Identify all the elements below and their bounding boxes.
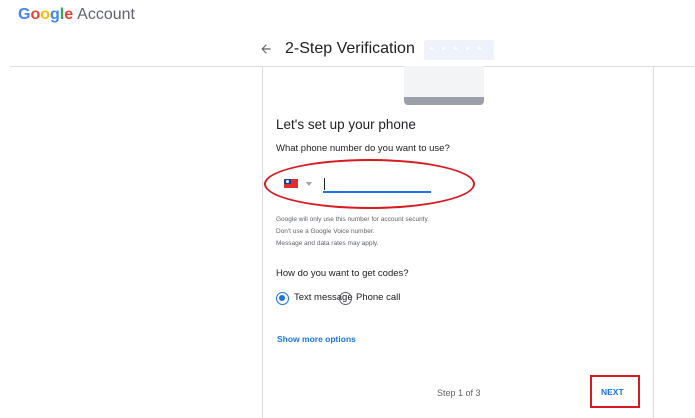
codes-question: How do you want to get codes?: [276, 268, 409, 279]
google-account-logo[interactable]: Google Account: [18, 6, 135, 24]
google-wordmark: Google: [18, 6, 73, 24]
setup-heading: Let's set up your phone: [276, 117, 416, 132]
account-label: Account: [77, 6, 135, 23]
step-indicator: Step 1 of 3: [437, 388, 481, 398]
page-title: 2-Step Verification: [285, 40, 415, 57]
phone-call-radio[interactable]: [339, 292, 352, 305]
security-note: Google will only use this number for acc…: [276, 216, 430, 223]
illustration-top: [424, 40, 494, 60]
arrow-left-icon[interactable]: [259, 42, 273, 56]
phone-question: What phone number do you want to use?: [276, 143, 450, 154]
illustration-dots: [430, 47, 481, 50]
show-more-options-link[interactable]: Show more options: [277, 334, 356, 344]
text-message-radio[interactable]: [276, 292, 289, 305]
voice-note: Don't use a Google Voice number.: [276, 228, 375, 235]
logo-letter: G: [18, 6, 31, 23]
logo-letter: g: [50, 6, 60, 23]
rates-note: Message and data rates may apply.: [276, 240, 379, 247]
logo-letter: o: [30, 6, 41, 23]
logo-letter: e: [64, 6, 74, 23]
page-header: 2-Step Verification: [259, 40, 415, 58]
logo-letter: o: [40, 6, 51, 23]
next-button[interactable]: NEXT: [601, 387, 624, 397]
phone-illustration-base: [404, 97, 484, 105]
phone-call-label[interactable]: Phone call: [356, 292, 400, 303]
highlight-ellipse: [264, 159, 475, 209]
